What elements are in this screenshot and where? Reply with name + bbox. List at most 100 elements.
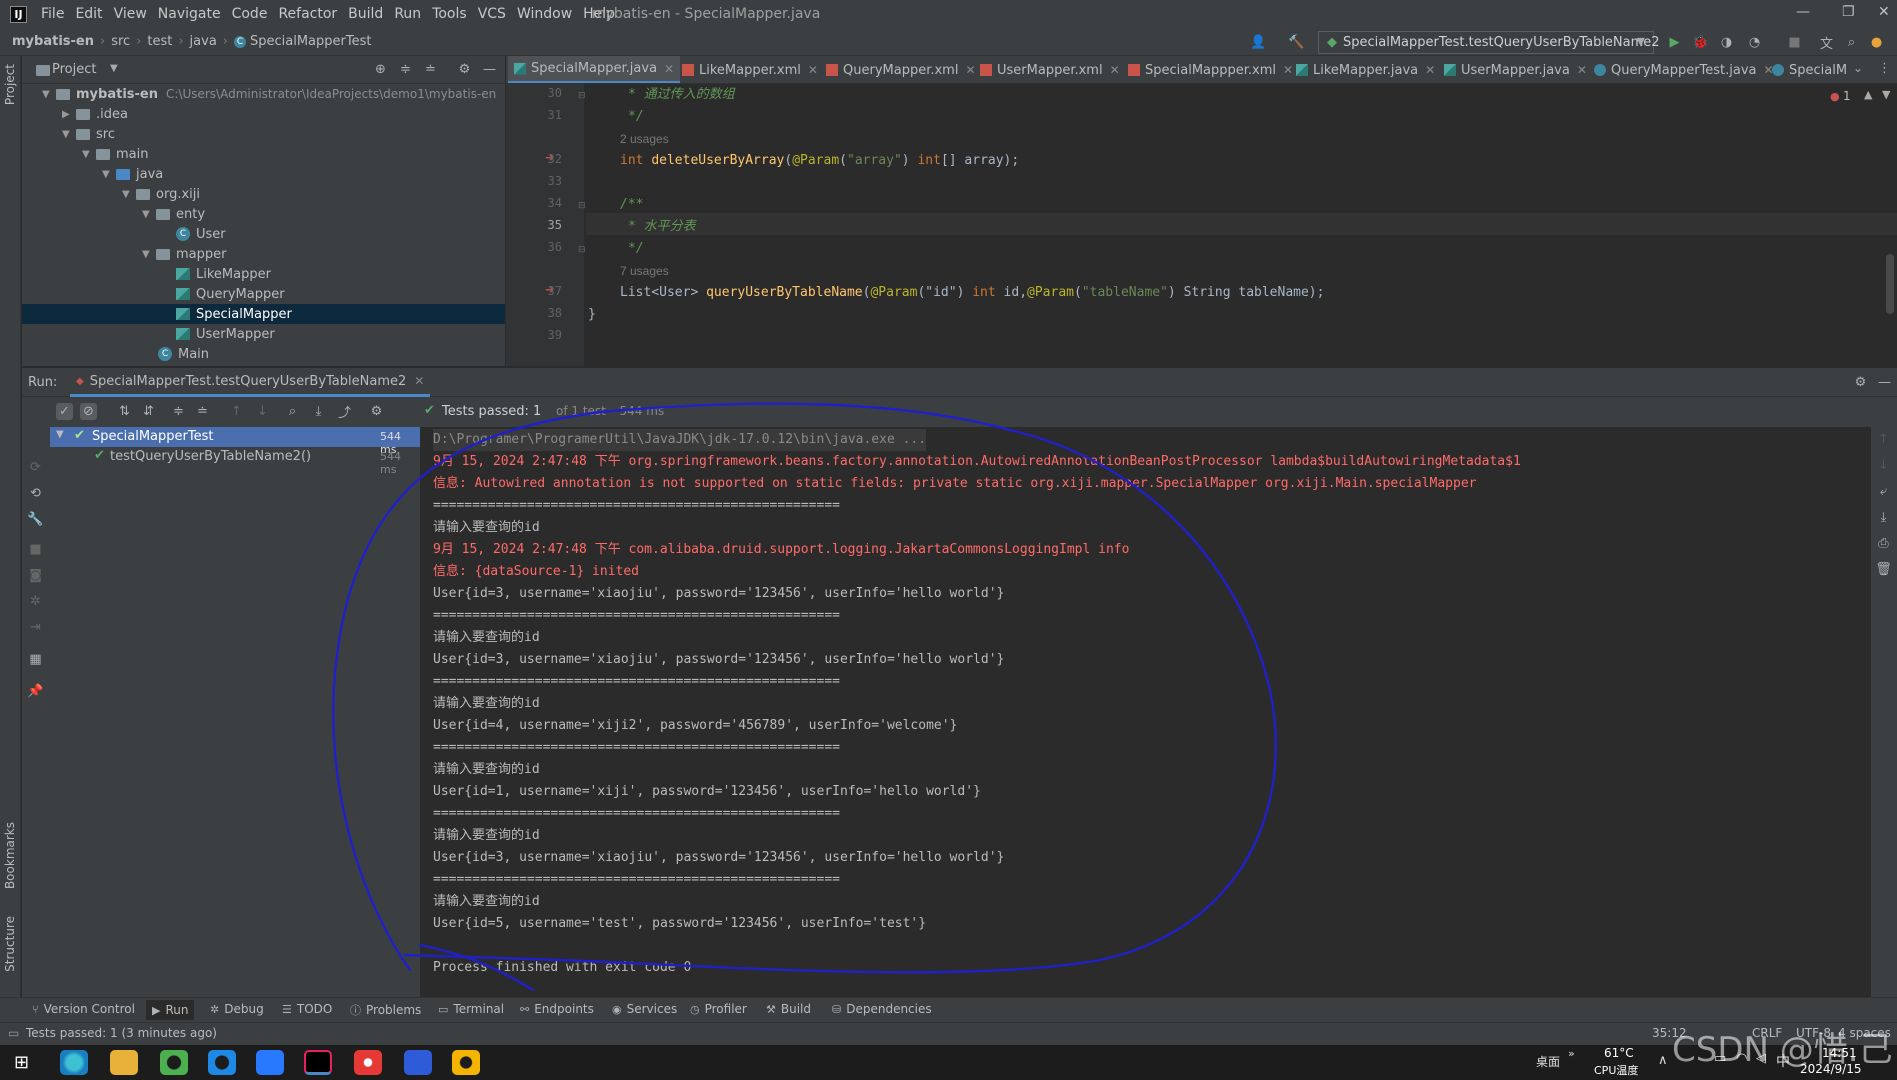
user-icon[interactable]: 👤	[1250, 34, 1267, 51]
breadcrumb-class[interactable]: SpecialMapperTest	[250, 34, 371, 49]
status-message[interactable]: Tests passed: 1 (3 minutes ago)	[26, 1026, 217, 1040]
fold-icon[interactable]: ⊟	[578, 91, 586, 101]
tree-item-enty[interactable]: ▼ enty	[142, 204, 205, 224]
tab-specialm[interactable]: SpecialM	[1766, 56, 1853, 83]
tree-item-main[interactable]: ▼ main	[82, 144, 148, 164]
fold-icon[interactable]: ⊟	[578, 245, 586, 255]
settings-icon[interactable]: ✲	[27, 593, 44, 610]
run-tab[interactable]: ◆ SpecialMapperTest.testQueryUserByTable…	[70, 368, 431, 397]
error-count[interactable]: 1	[1843, 89, 1851, 103]
fold-icon[interactable]: ⊟	[578, 201, 586, 211]
tab-usermapper-xml[interactable]: UserMapper.xml ✕	[974, 56, 1126, 83]
tree-root[interactable]: ▼ mybatis-en C:\Users\Administrator\Idea…	[42, 84, 496, 104]
menu-navigate[interactable]: Navigate	[158, 6, 221, 22]
tree-item-usermapper[interactable]: UserMapper	[176, 324, 275, 344]
minimize-icon[interactable]: —	[1796, 4, 1810, 20]
scrollbar-thumb[interactable]	[1886, 254, 1894, 314]
gear-icon[interactable]: ⚙	[368, 403, 385, 420]
exit-icon[interactable]: ⇥	[27, 619, 44, 636]
tab-usermapper-java[interactable]: UserMapper.java ✕	[1438, 56, 1593, 83]
tool-problems[interactable]: ⓘ Problems	[350, 1002, 421, 1018]
tree-item-mapper[interactable]: ▼ mapper	[142, 244, 226, 264]
tool-todo[interactable]: ☰ TODO	[282, 1002, 332, 1016]
restore-icon[interactable]: ❐	[1842, 4, 1855, 20]
project-tool-tab[interactable]: Project	[3, 64, 17, 105]
edge-browser-icon[interactable]	[60, 1050, 88, 1075]
breadcrumb-project[interactable]: mybatis-en	[12, 34, 94, 49]
menu-vcs[interactable]: VCS	[478, 6, 506, 22]
run-configuration-select[interactable]: ◆ SpecialMapperTest.testQueryUserByTable…	[1318, 31, 1660, 54]
update-icon[interactable]: ●	[1868, 34, 1885, 51]
tabs-overflow-icon[interactable]: ⌄	[1853, 61, 1863, 75]
scroll-up-icon[interactable]: ↑	[1875, 431, 1892, 448]
menu-file[interactable]: File	[41, 6, 64, 22]
menu-edit[interactable]: Edit	[75, 6, 102, 22]
netease-music-icon[interactable]	[354, 1050, 382, 1075]
soft-wrap-icon[interactable]: ⤶	[1875, 483, 1892, 500]
run-icon[interactable]: ▶	[1666, 34, 1683, 51]
tab-querymappertest-java[interactable]: QueryMapperTest.java ✕	[1588, 56, 1780, 83]
menu-window[interactable]: Window	[517, 6, 572, 22]
menu-code[interactable]: Code	[232, 6, 268, 22]
previous-icon[interactable]: ↑	[228, 403, 245, 420]
collapse-all-icon[interactable]: ≐	[194, 403, 211, 420]
tab-specialmappper-xml[interactable]: SpecialMappper.xml ✕	[1122, 56, 1299, 83]
breadcrumb-test[interactable]: test	[147, 34, 172, 49]
bookmarks-tool-tab[interactable]: Bookmarks	[3, 822, 17, 889]
usages-hint[interactable]: 7 usages	[620, 260, 669, 282]
tree-item-main-class[interactable]: C Main	[158, 344, 209, 364]
tool-dependencies[interactable]: ⛁ Dependencies	[832, 1002, 932, 1016]
tab-specialmapper-java[interactable]: SpecialMapper.java ✕	[508, 56, 681, 83]
wps-icon[interactable]	[404, 1050, 432, 1075]
profile-icon[interactable]: ◔	[1746, 34, 1763, 51]
close-icon[interactable]: ✕	[1878, 4, 1890, 20]
error-icon[interactable]: ●	[1830, 90, 1840, 103]
collapse-all-icon[interactable]: ≐	[422, 61, 439, 78]
close-icon[interactable]: ✕	[1425, 63, 1435, 77]
tool-endpoints[interactable]: ⚯ Endpoints	[520, 1002, 594, 1016]
print-icon[interactable]: ⎙	[1875, 535, 1892, 552]
tool-debug[interactable]: ✲ Debug	[210, 1002, 264, 1016]
qq-music-icon[interactable]	[452, 1050, 480, 1075]
tool-version-control[interactable]: ⑂ Version Control	[32, 1002, 135, 1016]
menu-run[interactable]: Run	[394, 6, 421, 22]
tree-item-querymapper[interactable]: QueryMapper	[176, 284, 285, 304]
stop-icon[interactable]: ■	[1786, 34, 1803, 51]
trash-icon[interactable]: 🗑	[1875, 561, 1892, 578]
browser-360-icon[interactable]	[160, 1050, 188, 1075]
close-icon[interactable]: ✕	[1110, 63, 1120, 77]
chevron-down-icon[interactable]: ▼	[1882, 88, 1890, 101]
tree-item-org-xiji[interactable]: ▼ org.xiji	[122, 184, 200, 204]
expand-all-icon[interactable]: ≑	[397, 61, 414, 78]
chevron-up-icon[interactable]: ▲	[1864, 88, 1872, 101]
close-icon[interactable]: ✕	[664, 62, 674, 76]
usages-hint[interactable]: 2 usages	[620, 128, 669, 150]
desktop-label[interactable]: 桌面	[1536, 1053, 1560, 1070]
scroll-to-end-icon[interactable]: ⤓	[1875, 509, 1892, 526]
layout-icon[interactable]: ▦	[27, 651, 44, 668]
translate-icon[interactable]: 文	[1818, 34, 1835, 52]
show-ignored-icon[interactable]: ⊘	[80, 403, 97, 420]
stop-icon[interactable]: ■	[27, 541, 44, 558]
more-icon[interactable]: ⋮	[1878, 61, 1891, 76]
close-icon[interactable]: ✕	[1577, 63, 1587, 77]
tab-likemapper-xml[interactable]: LikeMapper.xml ✕	[676, 56, 824, 83]
intellij-taskbar-icon[interactable]	[304, 1050, 332, 1075]
menu-refactor[interactable]: Refactor	[278, 6, 337, 22]
search-icon[interactable]: ⌕	[1843, 34, 1860, 51]
file-explorer-icon[interactable]	[110, 1050, 138, 1075]
project-panel-title[interactable]: Project	[52, 62, 96, 77]
coverage-icon[interactable]: ◑	[1718, 34, 1735, 51]
tree-item-user[interactable]: C User	[176, 224, 226, 244]
ie-browser-icon[interactable]	[208, 1050, 236, 1075]
menu-build[interactable]: Build	[348, 6, 383, 22]
tray-up-icon[interactable]: ∧	[1658, 1053, 1668, 1068]
tree-item-likemapper[interactable]: LikeMapper	[176, 264, 271, 284]
tab-querymapper-xml[interactable]: QueryMapper.xml ✕	[820, 56, 982, 83]
test-case-row[interactable]: ✔ testQueryUserByTableName2() 544 ms	[50, 447, 420, 476]
close-icon[interactable]: ✕	[414, 374, 424, 388]
tree-item-idea[interactable]: ▶ .idea	[62, 104, 128, 124]
expand-all-icon[interactable]: ≑	[170, 403, 187, 420]
hammer-build-icon[interactable]: 🔨	[1288, 34, 1305, 51]
gear-icon[interactable]: ⚙	[456, 61, 473, 78]
